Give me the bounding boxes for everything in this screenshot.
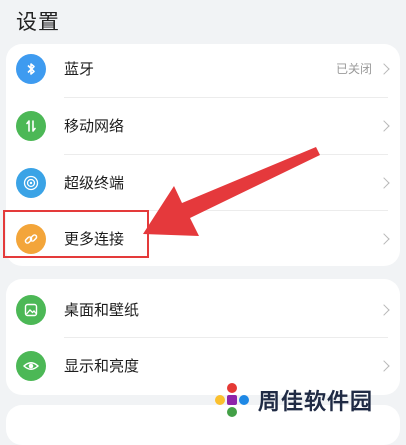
- chevron-right-icon: [378, 176, 390, 189]
- eye-icon: [16, 350, 46, 381]
- bluetooth-icon: [16, 53, 46, 84]
- settings-item-mobile-network[interactable]: 移动网络: [6, 97, 400, 154]
- settings-item-wallpaper[interactable]: 桌面和壁纸: [6, 281, 400, 338]
- chevron-right-icon: [378, 232, 390, 245]
- chevron-right-icon: [378, 303, 390, 316]
- chevron-right-icon: [378, 359, 390, 372]
- settings-item-label: 蓝牙: [64, 60, 95, 78]
- watermark-logo: [215, 383, 249, 417]
- wallpaper-icon: [16, 294, 46, 325]
- settings-item-label: 显示和亮度: [64, 357, 140, 375]
- mobile-network-icon: [16, 110, 46, 141]
- chevron-right-icon: [378, 119, 390, 132]
- settings-item-label: 桌面和壁纸: [64, 301, 140, 319]
- highlight-box: [3, 210, 149, 258]
- chevron-right-icon: [378, 62, 390, 75]
- watermark: 周佳软件园: [212, 378, 402, 422]
- settings-item-label: 移动网络: [64, 117, 125, 135]
- settings-item-label: 超级终端: [64, 174, 125, 192]
- settings-item-super-device[interactable]: 超级终端: [6, 154, 400, 211]
- bluetooth-status: 已关闭: [335, 62, 372, 76]
- settings-item-bluetooth[interactable]: 蓝牙 已关闭: [6, 44, 400, 97]
- watermark-text: 周佳软件园: [258, 390, 374, 415]
- super-device-icon: [16, 167, 46, 198]
- page-title: 设置: [16, 10, 60, 34]
